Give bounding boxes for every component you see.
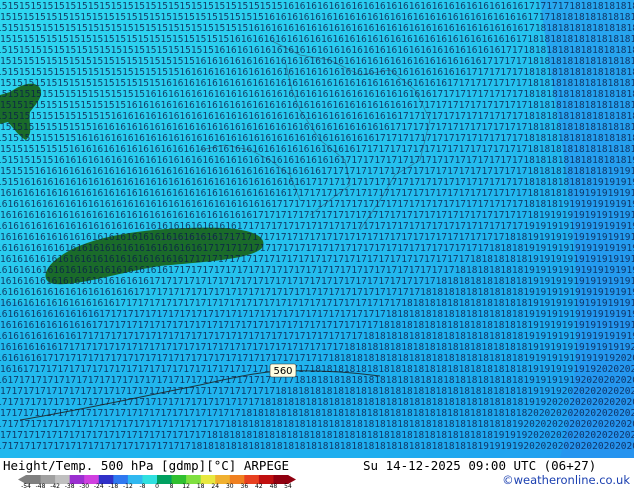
map-footer: Height/Temp. 500 hPa [gdmp][°C] ARPEGE S… (0, 458, 634, 490)
credit-link[interactable]: ©weatheronline.co.uk (502, 473, 630, 487)
colorbar-tick-label: 0 (155, 483, 159, 490)
value-row: 1515151515151515151515151515151515151515… (0, 12, 634, 23)
value-row: 1515151515151516161616161616161616161616… (0, 133, 634, 144)
value-row: 1515151515151515151515151515151515151515… (0, 34, 634, 45)
colorbar-tick-label: -24 (93, 483, 104, 490)
value-row: 1515151515161616161616161616161616161616… (0, 155, 634, 166)
value-row: 1616171717171717171717171717171717171717… (0, 364, 634, 375)
colorbar-tick-label: 30 (225, 483, 234, 490)
value-row: 1515161616161616161616161616161616161616… (0, 177, 634, 188)
colorbar-tick-label: 36 (240, 483, 249, 490)
value-row: 1616161616161616161616161616161616161616… (0, 199, 634, 210)
colorbar-tick-label: -38 (64, 483, 75, 490)
value-row: 1616161616171717171717171717171717171717… (0, 342, 634, 353)
value-row: 1515151515151616161616161616161616161616… (0, 144, 634, 155)
colorbar-tick-label: -12 (122, 483, 133, 490)
value-row: 1515151515151515151515151516161616161616… (0, 89, 634, 100)
colorbar-tick-label: 42 (255, 483, 263, 490)
value-row: 1515151515151515151515151515161616161616… (0, 78, 634, 89)
value-row: 1616161616161616161617171717171717171717… (0, 298, 634, 309)
value-row: 1515151515151515151515161616161616161616… (0, 100, 634, 111)
contour-label: 560 (273, 366, 292, 377)
colorbar-tick-label: 12 (182, 483, 190, 490)
value-row: 1515151515151515151515151515151515151516… (0, 45, 634, 56)
colorbar-tick-label: -48 (35, 483, 46, 490)
value-row: 1515151515151515151515151515151516161616… (0, 67, 634, 78)
value-row: 1616161616161616161616161617171717171717… (0, 276, 634, 287)
value-row: 1616161616161616161616161616161717171717… (0, 265, 634, 276)
colorbar-tick-label: -30 (79, 483, 90, 490)
value-row: 1616161616161616161717171717171717171717… (0, 309, 634, 320)
colorbar-tick-label: -54 (21, 483, 31, 490)
value-row: 1515151515151515151516161616161616161616… (0, 111, 634, 122)
value-row: 1616161616161616161616161616161616161717… (0, 243, 634, 254)
value-row: 1616161616161616161616161616161616161616… (0, 188, 634, 199)
value-row: 1515151616161616161616161616161616161616… (0, 166, 634, 177)
value-row: 1616161617171717171717171717171717171717… (0, 353, 634, 364)
colorbar-tick-label: -8 (139, 483, 146, 490)
value-row: 1616161616161616161616161616161616161617… (0, 232, 634, 243)
colorbar-tick-label: 8 (169, 483, 174, 490)
value-row: 1515151515151515151515151515151515151515… (0, 23, 634, 34)
valid-time: Su 14-12-2025 09:00 UTC (06+27) (363, 458, 597, 473)
value-row: 1616161616161616161616161616161617171717… (0, 254, 634, 265)
value-row: 1515151515151515151515151515151515151515… (0, 1, 634, 12)
colorbar-tick-label: 48 (269, 483, 278, 490)
value-row: 1617171717171717171717171717171717171717… (0, 375, 634, 386)
value-row: 1616161616161616171717171717171717171717… (0, 320, 634, 331)
value-grid: 1515151515151515151515151515151515151515… (0, 1, 634, 452)
value-row: 1616161616161617171717171717171717171717… (0, 331, 634, 342)
value-row: 1616161616161616161616161717171717171717… (0, 287, 634, 298)
colorbar-tick-label: 18 (196, 483, 205, 490)
value-row: 1616161616161616161616161616161616161616… (0, 221, 634, 232)
map-title: Height/Temp. 500 hPa [gdmp][°C] ARPEGE (3, 458, 289, 473)
forecast-map: 1515151515151515151515151515151515151515… (0, 0, 634, 458)
value-row: 1616161616161616161616161616161616161616… (0, 210, 634, 221)
colorbar-tick-label: -42 (50, 483, 61, 490)
value-row: 1515151515151515151515151515151515161616… (0, 56, 634, 67)
colorbar-tick-label: 24 (211, 483, 220, 490)
value-row: 1717171717171717171717171717171717171717… (0, 408, 634, 419)
value-row: 1515151515151515161616161616161616161616… (0, 122, 634, 133)
value-row: 1717171717171717171717171717171717171717… (0, 386, 634, 397)
value-row: 1717171717171717171717171717171717171818… (0, 430, 634, 441)
value-row: 1717171717171717171717171717171717181818… (0, 441, 634, 452)
colorbar-ticks: -54 -48 -42 -38 -30 -24 -18 -12 -8 0 8 12 18 24 30 36 42… (18, 483, 296, 490)
value-row: 1717171717171717171717171717171717171717… (0, 419, 634, 430)
colorbar-tick-label: 54 (284, 483, 292, 490)
map-canvas: 1515151515151515151515151515151515151515… (0, 0, 634, 458)
colorbar-tick-label: -18 (108, 483, 119, 490)
